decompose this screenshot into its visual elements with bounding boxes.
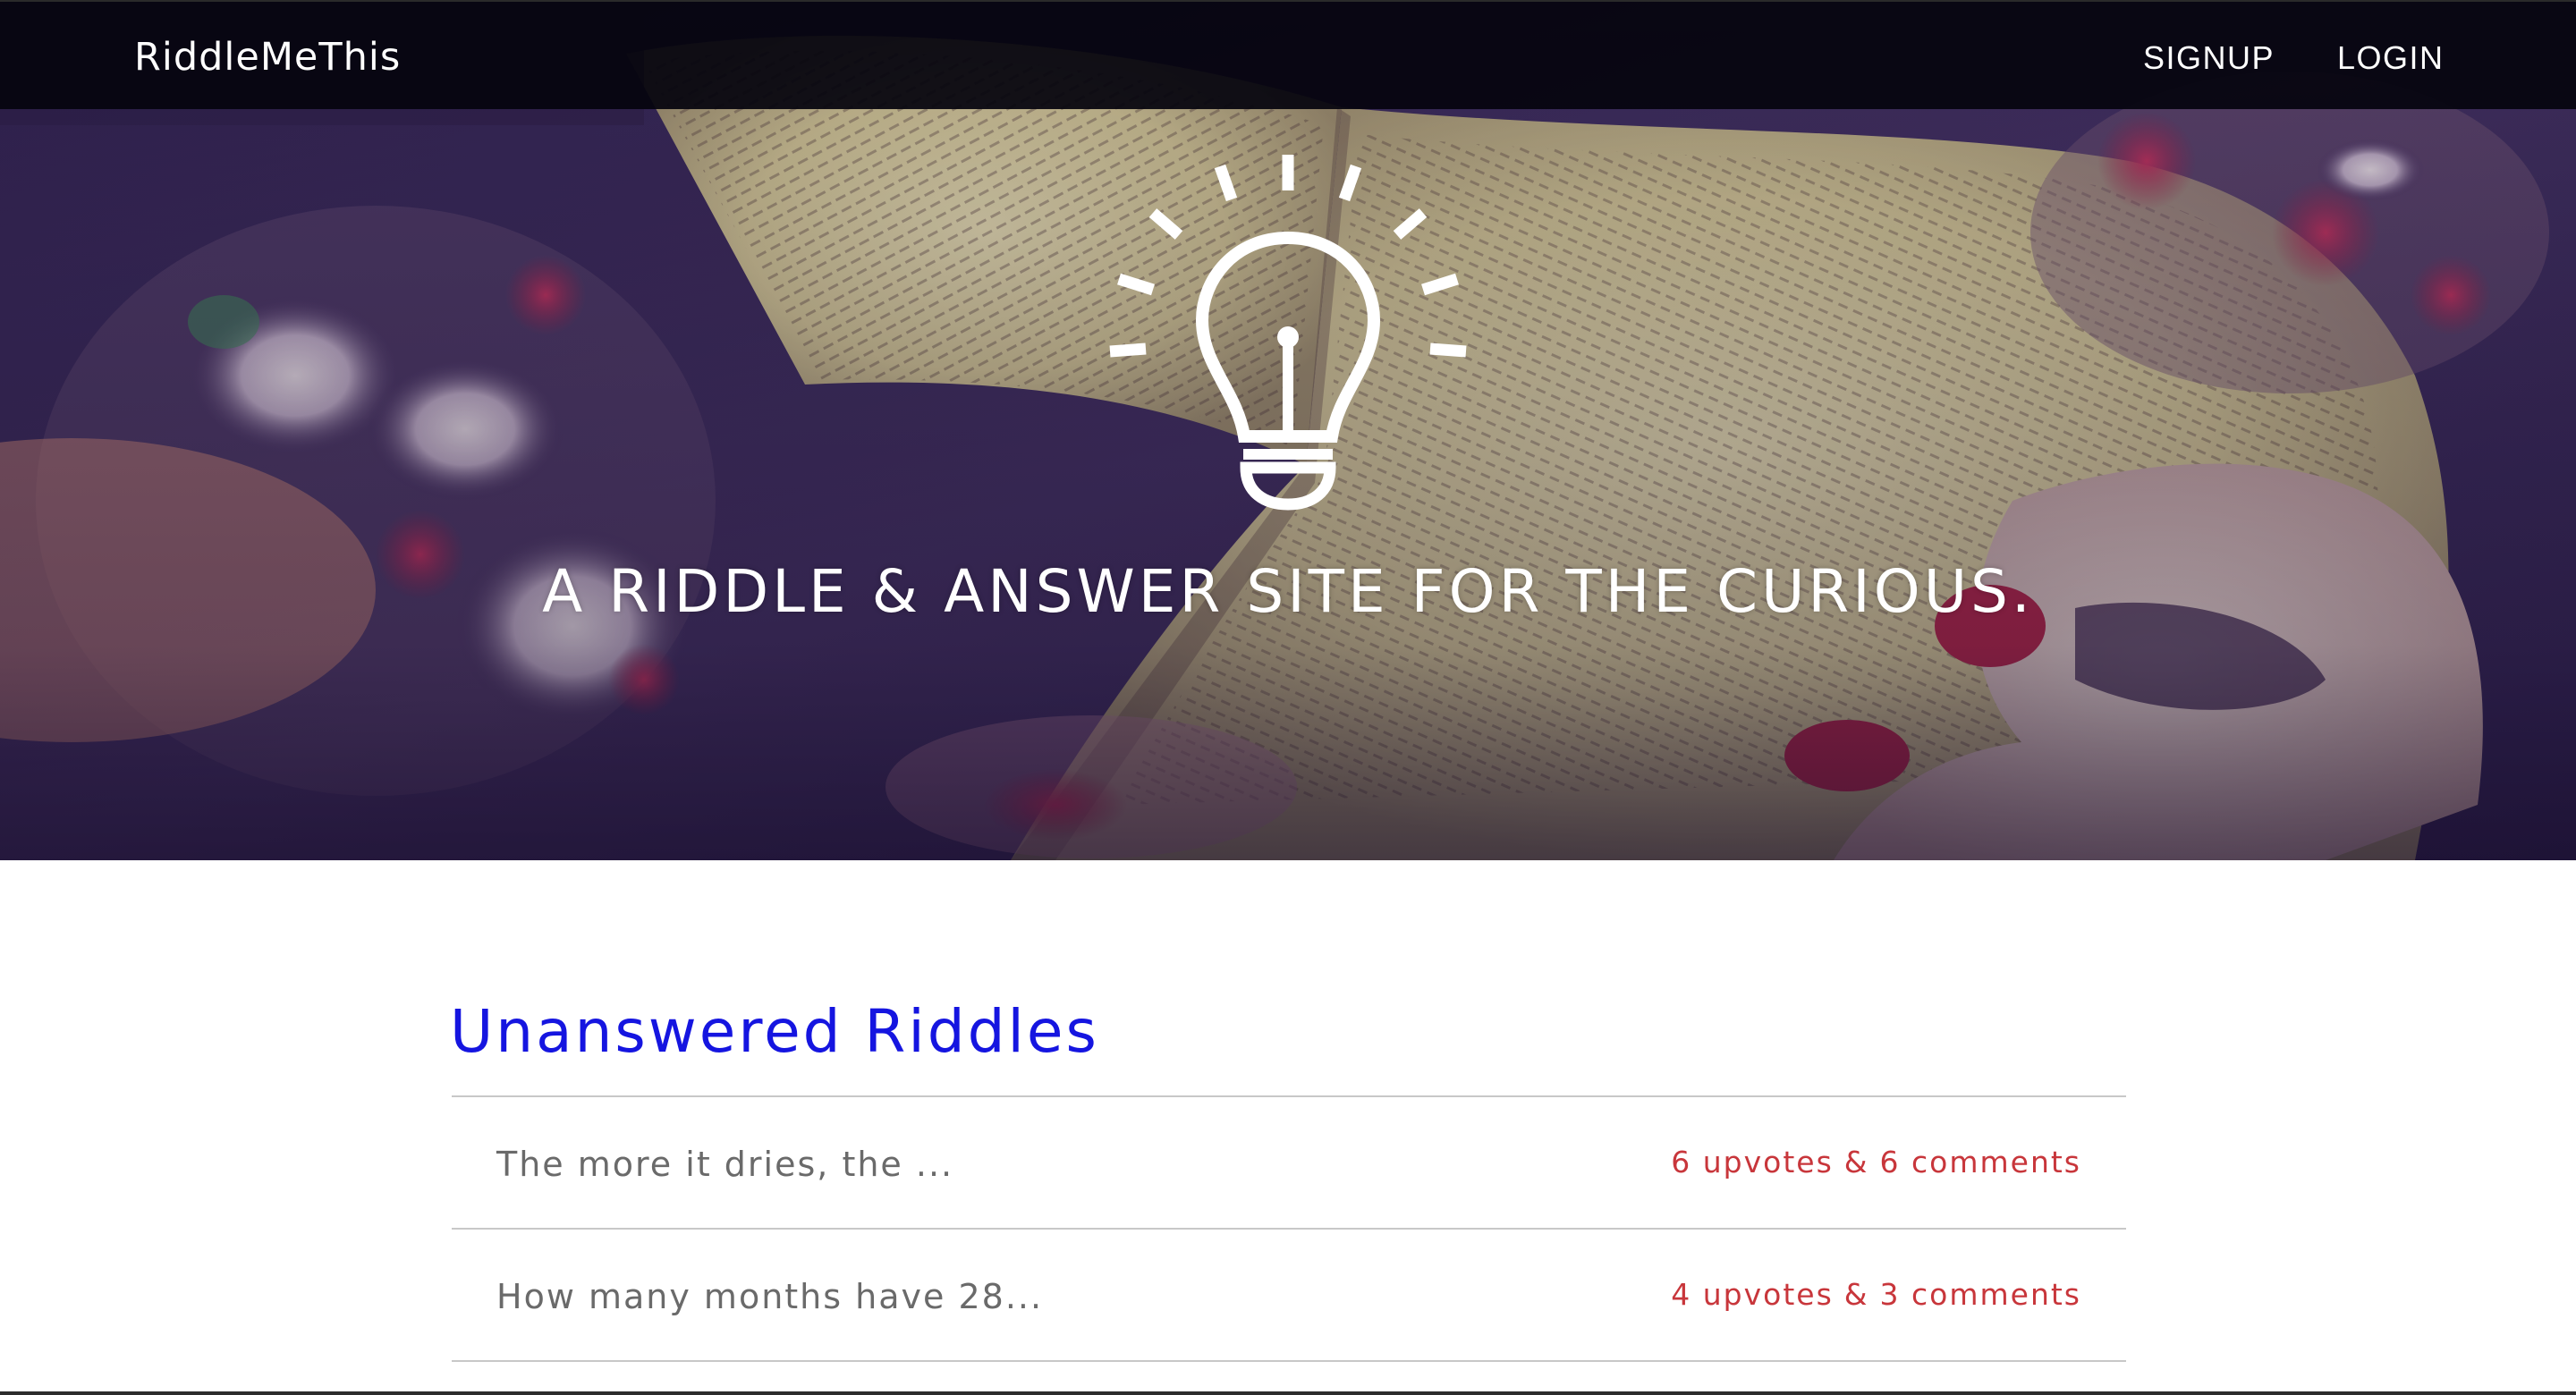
top-navbar: RiddleMeThis SIGNUP LOGIN — [0, 0, 2576, 109]
comment-count: 6 comments — [1879, 1145, 2081, 1179]
riddle-stats: 4 upvotes & 3 comments — [1671, 1272, 2081, 1317]
hero-banner: RiddleMeThis SIGNUP LOGIN A RIDDLE & ANS… — [0, 0, 2576, 860]
brand-logo-link[interactable]: RiddleMeThis — [134, 32, 401, 82]
window-bottom-edge — [0, 1391, 2576, 1395]
riddle-row[interactable]: How many months have 28... 4 upvotes & 3 c… — [452, 1230, 2126, 1362]
upvote-count: 4 upvotes — [1671, 1277, 1834, 1312]
upvote-count: 6 upvotes — [1671, 1145, 1834, 1179]
stats-joiner: & — [1843, 1277, 1869, 1312]
login-link[interactable]: LOGIN — [2337, 36, 2445, 80]
riddle-stats: 6 upvotes & 6 comments — [1671, 1140, 2081, 1185]
lightbulb-icon — [1105, 150, 1471, 517]
hero-tagline: A riddle & answer site for the curious. — [542, 557, 2034, 626]
unanswered-riddles-title: Unanswered Riddles — [450, 997, 1099, 1066]
riddle-text-link[interactable]: How many months have 28... — [496, 1274, 1043, 1319]
riddle-text-link[interactable]: The more it dries, the ... — [496, 1142, 953, 1187]
riddle-list: The more it dries, the ... 6 upvotes & 6 c… — [452, 1095, 2126, 1362]
main-content: Unanswered Riddles The more it dries, th… — [450, 979, 2126, 1362]
riddle-row[interactable]: The more it dries, the ... 6 upvotes & 6 c… — [452, 1097, 2126, 1230]
comment-count: 3 comments — [1879, 1277, 2081, 1312]
stats-joiner: & — [1843, 1145, 1869, 1179]
signup-link[interactable]: SIGNUP — [2143, 36, 2275, 80]
